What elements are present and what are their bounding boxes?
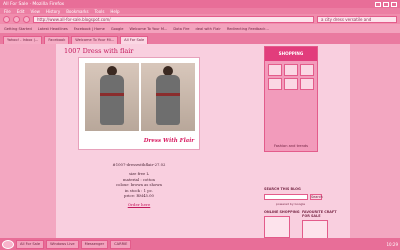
sidebar-ad-banner[interactable]: SHOPPING Fashion and trends (264, 46, 318, 152)
search-blog-title: Search This Blog (264, 187, 301, 191)
brand-logo: Dress With Flair (141, 134, 197, 148)
search-input[interactable]: a city dress versatile and (317, 15, 397, 23)
taskbar: All For Sale Windows Live Messenger CARR… (0, 238, 400, 250)
bookmarks-toolbar: Getting Started Latest Headlines Faceboo… (0, 24, 400, 33)
ad-product[interactable] (268, 64, 282, 76)
minimize-icon[interactable] (375, 1, 381, 7)
menu-tools[interactable]: Tools (95, 9, 105, 14)
reload-icon[interactable] (23, 15, 30, 23)
menu-help[interactable]: Help (110, 9, 119, 14)
menu-view[interactable]: View (30, 9, 40, 14)
page-background-right (350, 44, 400, 238)
product-price: price: RM45.00 (124, 193, 154, 199)
clock: 10:29 (386, 241, 398, 247)
bookmark-item[interactable]: deal with Flair (196, 27, 221, 31)
menu-history[interactable]: History (46, 9, 60, 14)
taskbar-item[interactable]: CARRIE (110, 239, 132, 249)
start-button[interactable] (2, 239, 14, 249)
brand-logo-text: Dress With Flair (143, 138, 195, 144)
back-icon[interactable] (3, 15, 10, 23)
menu-file[interactable]: File (4, 9, 11, 14)
taskbar-item[interactable]: All For Sale (16, 239, 45, 249)
ad-product[interactable] (284, 78, 298, 90)
product-details: #1007-dresswithflair-27.02 size free L m… (86, 162, 192, 208)
bookmark-item[interactable]: Getting Started (4, 27, 32, 31)
navigation-toolbar: http://www.all-for-sale.blogspot.com/ a … (0, 14, 400, 24)
ad-product[interactable] (300, 78, 314, 90)
belt-shape (100, 93, 124, 96)
order-link[interactable]: Order here (86, 202, 192, 207)
powered-by-google: powered by Google (276, 202, 306, 206)
blog-search-button[interactable]: Search (310, 194, 323, 200)
taskbar-item[interactable]: Messenger (80, 239, 109, 249)
tab-strip: Yahoo! - Inbox (... Facebook Welcome To … (0, 33, 400, 44)
ad-product[interactable] (284, 64, 298, 76)
tab-yahoo-inbox[interactable]: Yahoo! - Inbox (... (3, 36, 43, 44)
window-controls (375, 1, 397, 7)
bookmark-item[interactable]: Facebook | Home (74, 27, 105, 31)
ad-product[interactable] (268, 78, 282, 90)
online-shopping-title: Online Shopping (264, 210, 300, 214)
ad-product[interactable] (300, 64, 314, 76)
taskbar-item[interactable]: Windows Live (46, 239, 79, 249)
blog-page: 1007 Dress with flair Dress With Flair #… (56, 44, 350, 242)
window-title: All For Sale · Mozilla Firefox (3, 1, 65, 7)
dress-shape (156, 75, 180, 125)
bookmark-item[interactable]: Redirecting Feedback... (227, 27, 269, 31)
bookmark-item[interactable]: Dota Fire (173, 27, 189, 31)
product-photo-front[interactable] (85, 63, 139, 131)
bookmark-item[interactable]: Google (111, 27, 124, 31)
ad-footer: Fashion and trends (273, 144, 309, 148)
product-photo-frame: Dress With Flair (78, 57, 200, 150)
page-background-left (0, 44, 56, 238)
product-photo-side[interactable] (141, 63, 195, 131)
tab-facebook[interactable]: Facebook (44, 36, 70, 44)
menu-edit[interactable]: Edit (17, 9, 25, 14)
favourite-craft-title: Favourite Craft For Sale (302, 210, 337, 218)
ad-product-grid (265, 61, 317, 93)
browser-chrome: All For Sale · Mozilla Firefox File Edit… (0, 0, 400, 44)
online-shopping-widget[interactable] (264, 216, 290, 238)
address-bar[interactable]: http://www.all-for-sale.blogspot.com/ (33, 15, 314, 23)
bookmark-item[interactable]: Latest Headlines (38, 27, 68, 31)
post-title[interactable]: 1007 Dress with flair (64, 47, 133, 55)
belt-shape (156, 93, 180, 96)
ad-heading: SHOPPING (265, 47, 317, 61)
close-icon[interactable] (391, 1, 397, 7)
title-bar: All For Sale · Mozilla Firefox (0, 0, 400, 8)
blog-search-input[interactable] (264, 194, 308, 200)
menu-bookmarks[interactable]: Bookmarks (66, 9, 88, 14)
forward-icon[interactable] (13, 15, 20, 23)
maximize-icon[interactable] (383, 1, 389, 7)
tab-all-for-sale[interactable]: All For Sale (120, 36, 149, 44)
tab-welcome[interactable]: Welcome To Your Mi... (71, 36, 119, 44)
bookmark-item[interactable]: Welcome To Your M... (130, 27, 168, 31)
dress-shape (100, 75, 124, 125)
